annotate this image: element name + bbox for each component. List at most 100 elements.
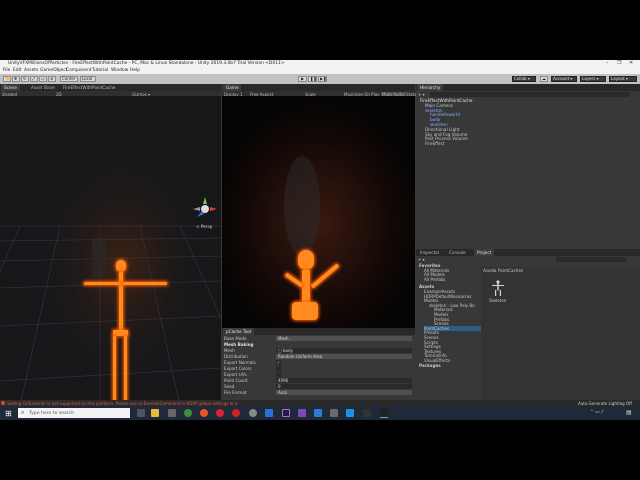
seed-field[interactable]: 0 xyxy=(276,384,412,389)
account-dropdown[interactable]: Account ▾ xyxy=(551,76,577,82)
menu-help[interactable]: Help xyxy=(130,68,140,73)
tab-vfx-graph[interactable]: FireEffectWithPointCache xyxy=(60,84,118,91)
breadcrumb-separator: › xyxy=(494,268,496,273)
hierarchy-item[interactable]: FireEffect xyxy=(425,141,445,146)
scene-viewport[interactable]: < Persp xyxy=(0,96,221,406)
minimize-button[interactable]: – xyxy=(606,60,609,66)
tab-console[interactable]: Console xyxy=(446,249,469,256)
rotate-tool-button[interactable]: ↻ xyxy=(21,76,29,82)
app-icon-7[interactable] xyxy=(330,409,338,417)
hand-tool-button[interactable]: ✋ xyxy=(3,76,11,82)
taskbar-search-icon: ⌕ xyxy=(21,409,25,416)
menu-component[interactable]: Component xyxy=(66,68,92,73)
windows-start-icon[interactable]: ⊞ xyxy=(5,409,12,418)
breadcrumb-pointcaches[interactable]: PointCaches xyxy=(498,268,523,273)
export-uvs-checkbox[interactable] xyxy=(276,372,281,377)
visual-studio-icon[interactable] xyxy=(314,409,322,417)
project-create-button[interactable]: + ▾ xyxy=(418,257,425,262)
export-normals-checkbox[interactable]: ✓ xyxy=(276,360,281,365)
unity-hub-icon[interactable] xyxy=(363,409,371,417)
project-assets-view: Assets › PointCaches Skeleton xyxy=(481,267,640,400)
unity-editor-icon[interactable] xyxy=(380,409,388,418)
pause-button[interactable]: ❚❚ xyxy=(308,76,317,82)
persp-label[interactable]: < Persp xyxy=(196,224,212,229)
tab-game[interactable]: Game xyxy=(223,84,242,91)
play-button[interactable]: ▶ xyxy=(298,76,307,82)
export-colors-checkbox[interactable] xyxy=(276,366,281,371)
hierarchy-search-input[interactable] xyxy=(430,92,630,97)
collab-dropdown[interactable]: Collab ▾ xyxy=(512,76,536,82)
point-count-field[interactable]: 4096 xyxy=(276,378,412,383)
menu-window[interactable]: Window xyxy=(111,68,128,73)
center-toggle[interactable]: Center xyxy=(60,76,78,82)
menu-edit[interactable]: Edit xyxy=(13,68,22,73)
layout-dropdown[interactable]: Layout ▾ xyxy=(609,76,637,82)
local-toggle[interactable]: Local xyxy=(80,76,96,82)
firefox-icon[interactable] xyxy=(200,409,208,417)
layers-dropdown[interactable]: Layers ▾ xyxy=(580,76,606,82)
game-viewport[interactable] xyxy=(222,96,415,328)
scene-tab-bar: Scene Asset Store FireEffectWithPointCac… xyxy=(0,84,221,91)
chrome-icon[interactable] xyxy=(184,409,192,417)
letterbox-top xyxy=(0,0,640,60)
rect-tool-button[interactable]: ▭ xyxy=(39,76,47,82)
taskbar-search-placeholder: Type here to search xyxy=(29,410,75,416)
tab-hierarchy[interactable]: Hierarchy xyxy=(417,84,444,91)
export-colors-label: Export Colors xyxy=(224,366,252,371)
seed-label: Seed xyxy=(224,384,235,389)
project-tab-bar: Inspector Console Project xyxy=(416,249,640,256)
tab-asset-store[interactable]: Asset Store xyxy=(28,84,58,91)
app-icon-6[interactable] xyxy=(298,409,306,417)
tab-scene[interactable]: Scene xyxy=(1,84,20,91)
app-icon-5[interactable] xyxy=(265,409,273,417)
task-view-icon[interactable] xyxy=(137,409,145,417)
app-icon-1[interactable] xyxy=(168,409,176,417)
game-skeleton-head xyxy=(298,250,314,270)
orientation-gizmo-icon[interactable] xyxy=(192,196,218,222)
menu-file[interactable]: File xyxy=(3,68,10,73)
project-search-input[interactable] xyxy=(556,257,626,262)
menu-tutorial[interactable]: Tutorial xyxy=(92,68,108,73)
file-format-dropdown[interactable]: Ascii xyxy=(276,390,412,395)
move-tool-button[interactable]: ✥ xyxy=(12,76,20,82)
app-icon-4[interactable] xyxy=(249,409,257,417)
close-button[interactable]: ✕ xyxy=(629,60,633,66)
scale-tool-button[interactable]: ⤢ xyxy=(30,76,38,82)
menu-assets[interactable]: Assets xyxy=(24,68,38,73)
window-title: UnityVFXMillionsOfParticles - FireEffect… xyxy=(8,61,285,66)
cloud-icon[interactable]: ☁ xyxy=(540,76,548,82)
mesh-field[interactable]: ▢ body xyxy=(276,348,412,353)
menu-gameobject[interactable]: GameObject xyxy=(40,68,67,73)
app-icon-3[interactable] xyxy=(232,409,240,417)
notification-icon[interactable]: ▤ xyxy=(626,409,632,416)
mesh-label: Mesh xyxy=(224,348,235,353)
bake-mode-dropdown[interactable]: Mesh xyxy=(276,336,412,341)
game-skeleton-body xyxy=(302,270,310,306)
step-button[interactable]: ▶❚ xyxy=(318,76,327,82)
distribution-label: Distribution xyxy=(224,354,248,359)
distribution-dropdown[interactable]: Random Uniform Area xyxy=(276,354,412,359)
app-icon-2[interactable] xyxy=(216,409,224,417)
favorites-item[interactable]: All Prefabs xyxy=(424,277,446,282)
point-count-label: Point Count xyxy=(224,378,248,383)
vscode-icon[interactable] xyxy=(346,409,354,417)
premiere-icon[interactable] xyxy=(282,409,290,417)
hierarchy-panel: + ▾ FireEffectWithPointCache Main Camera s… xyxy=(416,91,640,249)
explorer-icon[interactable] xyxy=(151,409,159,417)
system-tray[interactable]: ⌃ ▭ ♪ xyxy=(590,410,604,415)
point-cache-asset-label[interactable]: Skeleton xyxy=(489,298,506,303)
point-cache-asset-icon[interactable] xyxy=(489,279,507,297)
taskbar-search-input[interactable]: ⌕ Type here to search xyxy=(18,408,130,418)
maximize-button[interactable]: ❐ xyxy=(617,60,621,66)
project-root-folder[interactable]: Packages xyxy=(419,363,441,368)
shadow-skeleton xyxy=(92,238,106,278)
tab-project[interactable]: Project xyxy=(474,249,495,256)
tab-inspector[interactable]: Inspector xyxy=(417,249,443,256)
tab-pcache-tool[interactable]: pCache Tool xyxy=(223,328,255,335)
unity-editor-screen: UnityVFXMillionsOfParticles - FireEffect… xyxy=(0,60,640,420)
transform-tool-button[interactable]: ⊕ xyxy=(48,76,56,82)
game-tab-bar: Game xyxy=(222,84,415,91)
status-message[interactable]: Setting GUIListener is not supported on … xyxy=(7,401,237,406)
hierarchy-create-button[interactable]: + ▾ xyxy=(418,92,425,97)
status-right-label: Auto Generate Lighting Off xyxy=(578,400,632,406)
